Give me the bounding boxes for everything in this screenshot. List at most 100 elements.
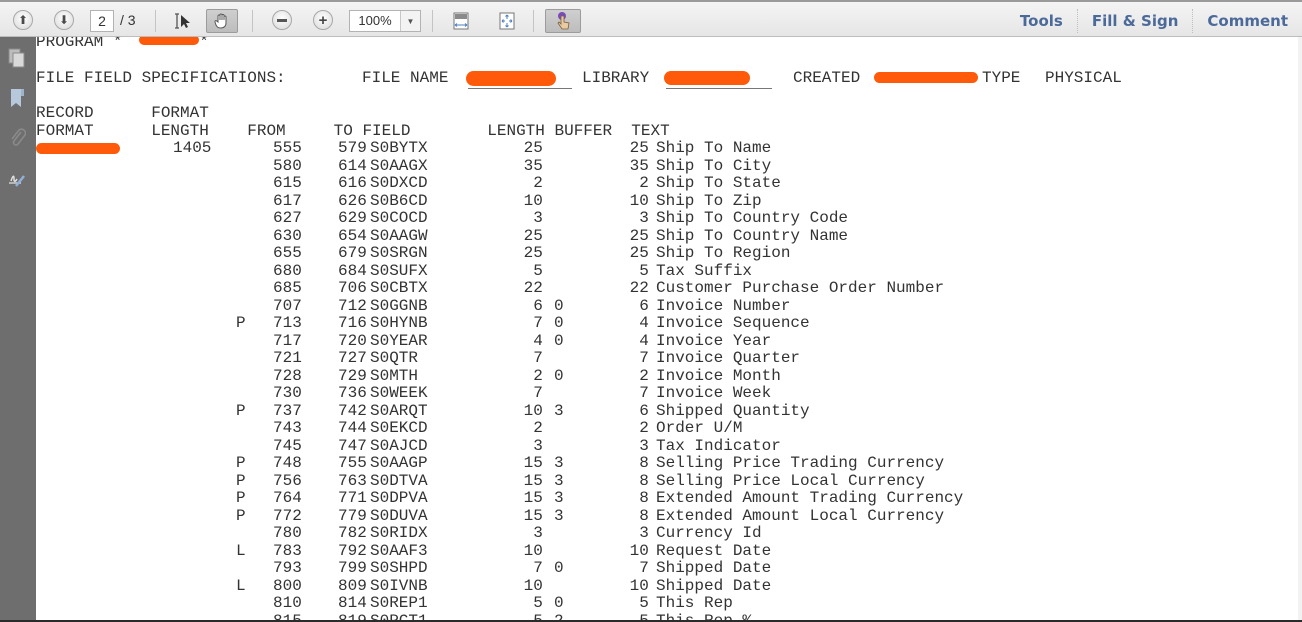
cell-field: S0ARQT xyxy=(370,401,428,420)
cell-flag: P xyxy=(236,471,246,490)
cell-from: 627 xyxy=(272,209,302,227)
minus-icon xyxy=(277,18,287,22)
table-row: 707 712 S0GGNB 6 0 6 Invoice Number xyxy=(36,296,1236,316)
cell-to: 684 xyxy=(337,261,367,280)
cell-length: 3 xyxy=(533,436,543,455)
comment-link[interactable]: Comment xyxy=(1192,8,1302,33)
cell-field: S0BYTX xyxy=(370,139,428,157)
cell-length: 25 xyxy=(523,226,543,245)
cell-length: 5 xyxy=(506,612,543,620)
cell-buffer: 3 xyxy=(639,209,649,227)
cell-text: Shipped Date xyxy=(656,559,772,577)
cell-to: 819 xyxy=(330,612,367,620)
hand-tool-button[interactable] xyxy=(206,9,238,33)
cell-length: 7 xyxy=(533,314,543,332)
tools-link[interactable]: Tools xyxy=(1006,9,1077,33)
table-row: 730 736 S0WEEK 7 7 Invoice Week xyxy=(36,384,1236,403)
cell-from: 680 xyxy=(272,261,302,280)
previous-page-button[interactable]: ⬆ xyxy=(13,10,33,30)
cell-buffer: 2 xyxy=(639,174,649,192)
table-row: 780 782 S0RIDX 3 3 Currency Id xyxy=(36,524,1236,543)
cell-flag: L xyxy=(236,541,246,560)
cell-from: 728 xyxy=(272,366,302,385)
cell-buffer: 4 xyxy=(639,314,649,332)
cell-buffer: 10 xyxy=(629,576,649,595)
signatures-button[interactable] xyxy=(6,169,28,191)
fit-width-icon xyxy=(453,12,469,30)
cell-text: Extended Amount Local Currency xyxy=(656,506,945,525)
cell-text: Selling Price Local Currency xyxy=(656,471,925,490)
cell-length: 15 xyxy=(523,506,543,525)
cell-flag: L xyxy=(236,576,246,595)
cell-to: 736 xyxy=(337,384,367,402)
cell-from: 780 xyxy=(272,524,302,542)
cell-to: 763 xyxy=(337,471,367,490)
toolbar-separator xyxy=(252,10,253,32)
cell-length: 10 xyxy=(523,191,543,210)
file-name-label: FILE NAME xyxy=(362,69,449,87)
cell-field: S0DPVA xyxy=(370,489,428,507)
cell-buffer: 6 xyxy=(639,401,649,420)
cell-buffer: 7 xyxy=(639,559,649,577)
table-row: P 756 763 S0DTVA 15 3 8 Selling Price Local Cur… xyxy=(36,471,1236,491)
cell-length: 22 xyxy=(523,279,543,297)
cell-length: 15 xyxy=(523,489,543,507)
cell-dec: 0 xyxy=(554,314,564,332)
cell-dec: 3 xyxy=(554,506,564,525)
page-thumbnails-button[interactable] xyxy=(6,47,28,69)
page-number-input[interactable]: 2 xyxy=(90,10,114,32)
page-thumbnails-icon xyxy=(8,48,25,68)
cell-to: 782 xyxy=(337,524,367,542)
cell-flag: P xyxy=(236,401,246,420)
cell-field: S0AAGW xyxy=(370,226,428,245)
zoom-in-button[interactable]: + xyxy=(313,10,333,30)
zoom-level-value[interactable]: 100% xyxy=(350,11,400,31)
cell-length: 4 xyxy=(533,331,543,350)
cell-to: 626 xyxy=(337,191,367,210)
toolbar-separator xyxy=(155,10,156,32)
fit-page-button[interactable] xyxy=(494,9,520,33)
cell-from: 815 xyxy=(265,612,302,620)
cell-dec: 2 xyxy=(554,612,564,620)
zoom-out-button[interactable] xyxy=(272,10,292,30)
table-row: 580 614 S0AAGX 35 35 Ship To City xyxy=(36,156,1236,176)
fill-sign-link[interactable]: Fill & Sign xyxy=(1076,8,1193,33)
cell-length: 5 xyxy=(533,261,543,280)
cell-field: S0AJCD xyxy=(370,436,428,455)
cell-from: 745 xyxy=(272,436,302,455)
cell-field: S0DTVA xyxy=(370,471,428,490)
spec-label: FILE FIELD SPECIFICATIONS: xyxy=(36,69,286,87)
cell-buffer: 2 xyxy=(639,366,649,385)
cell-length: 7 xyxy=(533,384,543,402)
header-row-2: FORMAT LENGTH FROM TO FIELD LENGTH BUFFE… xyxy=(36,121,670,140)
cell-to: 742 xyxy=(337,401,367,420)
redaction-mark xyxy=(139,37,199,45)
cell-flag: P xyxy=(236,506,246,525)
cell-field: S0RIDX xyxy=(370,524,428,542)
cell-from: 580 xyxy=(272,156,302,175)
next-page-button[interactable]: ⬇ xyxy=(54,10,74,30)
cell-buffer: 6 xyxy=(639,296,649,315)
cell-text: Invoice Week xyxy=(656,384,772,402)
touch-mode-button[interactable] xyxy=(545,9,581,33)
cell-length: 2 xyxy=(533,366,543,385)
cell-buffer: 10 xyxy=(629,541,649,560)
cell-length: 7 xyxy=(533,349,543,367)
page-total: / 3 xyxy=(120,12,136,28)
cell-flag: P xyxy=(236,314,246,332)
cell-from: 713 xyxy=(272,314,302,332)
cell-from: 793 xyxy=(272,559,302,577)
table-row: 728 729 S0MTH 2 0 2 Invoice Month xyxy=(36,366,1236,386)
cell-dec: 0 xyxy=(554,296,564,315)
library-label: LIBRARY xyxy=(582,69,650,87)
attachments-button[interactable] xyxy=(6,127,28,149)
cell-field: S0COCD xyxy=(370,209,428,227)
cell-dec: 0 xyxy=(554,559,564,577)
toolbar-right-links: Tools Fill & Sign Comment xyxy=(1006,2,1302,39)
select-tool-button[interactable] xyxy=(169,9,195,33)
header-row-1: RECORD FORMAT xyxy=(36,104,209,122)
zoom-level-select[interactable]: 100% ▼ xyxy=(349,10,421,32)
chevron-down-icon[interactable]: ▼ xyxy=(400,11,420,31)
fit-width-button[interactable] xyxy=(448,9,474,33)
bookmarks-button[interactable] xyxy=(6,87,28,109)
